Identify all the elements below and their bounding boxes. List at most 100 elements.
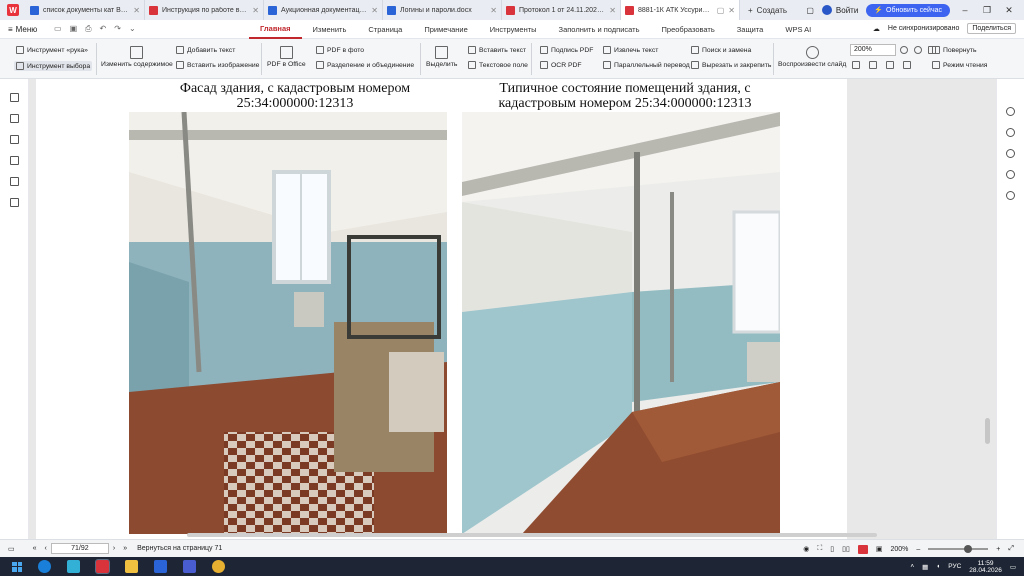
expand-icon[interactable]: ⤢ [1008,545,1014,553]
zoom-out-icon[interactable]: – [916,546,920,553]
single-page-icon[interactable] [886,61,894,69]
two-page-icon[interactable] [903,61,911,69]
last-page-icon[interactable]: » [123,545,127,552]
close-tab-icon[interactable]: ✕ [371,6,378,15]
scroll-thumb[interactable] [187,533,877,537]
page-number-input[interactable]: 71/92 [50,543,109,554]
doc-tab[interactable]: Логины и пароли.docx ✕ [383,0,502,20]
close-tab-icon[interactable]: ✕ [133,6,140,15]
save-icon[interactable]: ▣ [70,24,78,34]
prev-page-icon[interactable]: ‹ [45,545,47,552]
comment-icon[interactable] [10,135,19,144]
minimize-button[interactable]: – [958,5,972,15]
zoom-slider[interactable] [928,545,989,553]
keyboard-language[interactable]: РУС [948,563,961,570]
close-tab-icon[interactable]: ✕ [490,6,497,15]
sign-pdf-button[interactable]: Подпись PDF [540,46,593,54]
add-text-button[interactable]: Добавить текст [176,46,235,54]
horizontal-scrollbar[interactable] [37,533,987,538]
text-field-button[interactable]: Текстовое поле [468,61,528,69]
open-folder-icon[interactable]: ▭ [54,24,62,34]
split-merge-button[interactable]: Разделение и объединение [316,61,414,69]
attachment-icon[interactable] [10,156,19,165]
chevron-up-icon[interactable]: ˄ [910,563,914,570]
vertical-scrollbar[interactable] [985,418,990,444]
insert-image-button[interactable]: Вставить изображение [176,61,259,69]
window-layout-icon[interactable]: ▢ [806,6,814,15]
cut-pin-button[interactable]: Вырезать и закрепить [691,61,771,69]
zoom-in-icon[interactable] [914,46,922,54]
pdf-to-photo-button[interactable]: PDF в фото [316,46,364,54]
zoom-out-icon[interactable] [900,46,908,54]
undo-icon[interactable]: ↶ [100,24,107,34]
clock[interactable]: 11:59 28.04.2026 [969,560,1002,574]
highlight-button[interactable]: Выделить [426,46,457,68]
notifications-icon[interactable]: ▭ [1010,563,1016,571]
ribbon-tab[interactable]: Инструменты [479,20,548,39]
ribbon-tab[interactable]: Заполнить и подписать [548,20,651,39]
ribbon-tab[interactable]: Примечание [413,20,478,39]
parallel-translate-button[interactable]: Параллельный перевод [603,61,690,69]
ribbon-tab[interactable]: Изменить [302,20,358,39]
doc-tab[interactable]: Аукционная документация_Апс✕ [264,0,383,20]
ribbon-tab[interactable]: WPS AI [774,20,822,39]
signature-panel-icon[interactable] [10,177,19,186]
wps-taskbar-icon[interactable] [95,559,110,574]
windows-start-icon[interactable] [12,561,22,572]
update-now-button[interactable]: ⚡ Обновить сейчас [866,3,950,17]
main-menu-button[interactable]: ≡ Меню [0,25,50,34]
zoom-slider-knob[interactable] [964,545,973,553]
chrome-icon[interactable] [212,560,225,573]
zoom-select[interactable]: 200% [850,44,896,56]
close-tab-icon[interactable]: ✕ [609,6,616,15]
reading-mode-button[interactable]: Режим чтения [932,61,987,69]
volume-icon[interactable]: ◖ [936,563,940,570]
app-icon-c[interactable] [67,560,80,573]
single-page-view-icon[interactable]: ▯ [830,545,834,553]
share-button[interactable]: Поделиться [967,23,1016,34]
fullscreen-icon[interactable]: ⛶ [817,545,822,553]
double-page-view-icon[interactable]: ▯▯ [842,545,850,553]
rotate-button[interactable]: Повернуть [932,46,977,54]
doc-tab[interactable]: Протокол 1 от 24.11.2025.pdf ✕ [502,0,621,20]
edge-browser-icon[interactable] [38,560,51,573]
sync-status[interactable]: Не синхронизировано [888,25,959,32]
network-icon[interactable]: ▦ [922,563,928,571]
slideshow-icon[interactable] [857,544,868,554]
redo-icon[interactable]: ↷ [114,24,121,34]
zoom-level[interactable]: 200% [890,546,908,553]
insert-text-button[interactable]: Вставить текст [468,46,526,54]
document-viewport[interactable]: Фасад здания, с кадастровым номером 25:3… [29,79,996,539]
properties-icon[interactable] [1006,170,1015,179]
pdf-to-office-button[interactable]: PDF в Office [267,46,306,68]
yandex-icon[interactable] [183,560,196,573]
search-icon[interactable] [1006,107,1015,116]
next-page-icon[interactable]: › [113,545,115,552]
settings-sliders-icon[interactable] [1006,149,1015,158]
actual-size-icon[interactable] [869,61,877,69]
extract-text-button[interactable]: Извлечь текст [603,46,658,54]
word-icon[interactable] [154,560,167,573]
chevron-down-icon[interactable]: ⌄ [129,24,136,34]
zoom-in-icon[interactable]: + [996,546,1000,553]
layers-icon[interactable] [10,198,19,207]
ribbon-tab[interactable]: Главная [249,20,302,39]
doc-tab[interactable]: Инструкция по работе в Камул ✕ [145,0,264,20]
help-icon[interactable] [1006,128,1015,137]
file-explorer-icon[interactable] [125,560,138,573]
doc-tab[interactable]: 8881-1К АТК Уссурийск, ... ▢✕ [621,0,740,20]
bookmark-icon[interactable] [10,93,19,102]
ribbon-tab[interactable]: Страница [357,20,413,39]
edit-content-button[interactable]: Изменить содержимое [101,46,173,68]
find-replace-button[interactable]: Поиск и замена [691,46,751,54]
ocr-pdf-button[interactable]: OCR PDF [540,61,582,69]
view-eye-icon[interactable]: ◉ [803,545,809,553]
share-panel-icon[interactable] [1006,191,1015,200]
thumbnails-icon[interactable] [10,114,19,123]
sidebar-toggle-icon[interactable]: ▭ [8,545,15,553]
print-icon[interactable]: ⎙ [85,24,91,34]
first-page-icon[interactable]: « [33,545,37,552]
login-button[interactable]: Войти [821,5,858,15]
doc-tab[interactable]: список документы кат В_ка ✕ [26,0,145,20]
ribbon-tab[interactable]: Защита [726,20,775,39]
